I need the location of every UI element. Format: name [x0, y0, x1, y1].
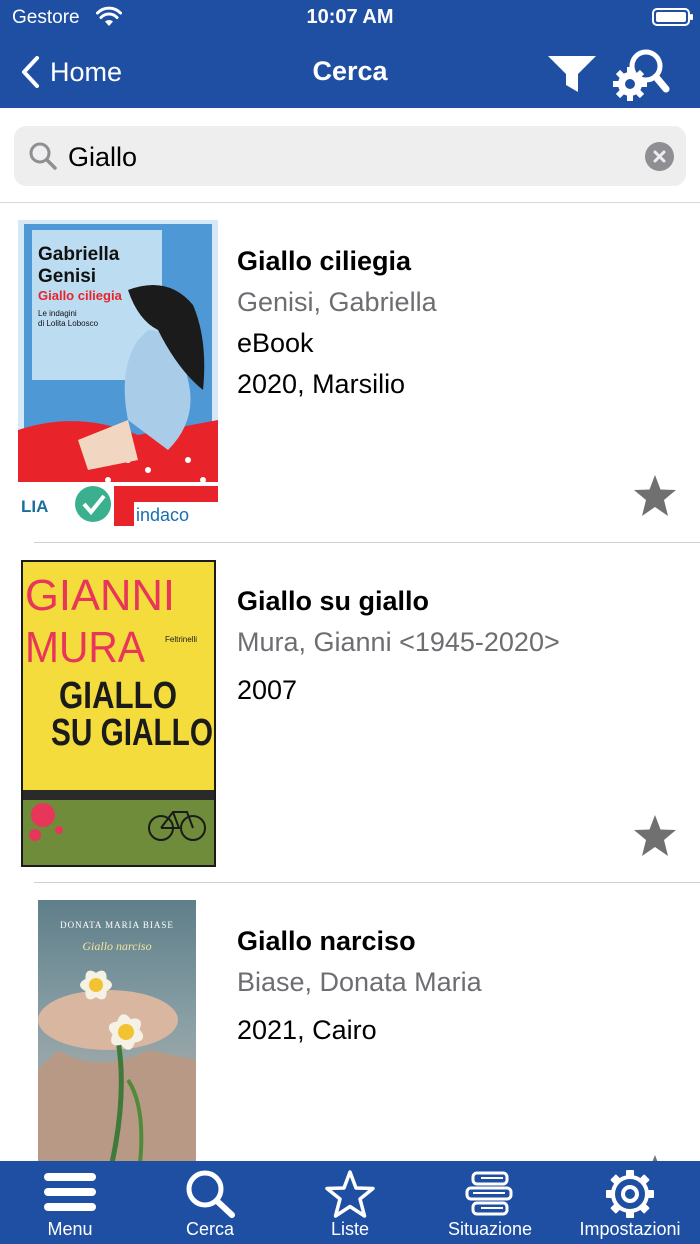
result-author: Genisi, Gabriella [237, 287, 437, 317]
result-row[interactable]: DONATA MARIA BIASE Giallo narciso Giallo… [0, 883, 700, 1161]
result-format: eBook [237, 328, 314, 358]
result-author: Biase, Donata Maria [237, 967, 482, 997]
cover-text: LIA [21, 497, 48, 516]
tab-bar: Menu Cerca Liste Situazione Impostazioni [0, 1161, 700, 1244]
advanced-search-icon[interactable] [610, 44, 670, 104]
search-input[interactable] [66, 132, 630, 182]
book-cover: Gabriella Genisi Giallo ciliegia Le inda… [18, 220, 218, 526]
favorite-star-icon[interactable] [632, 473, 678, 519]
result-publication: 2007 [237, 675, 298, 705]
cover-text: Giallo narciso [82, 939, 151, 953]
tab-label: Menu [47, 1219, 93, 1239]
result-title: Giallo su giallo [237, 586, 430, 616]
result-row[interactable]: Gabriella Genisi Giallo ciliegia Le inda… [0, 203, 700, 543]
tab-menu[interactable]: Menu [0, 1161, 140, 1244]
clear-search-icon[interactable] [645, 142, 674, 171]
result-title: Giallo narciso [237, 926, 416, 956]
filter-icon[interactable] [546, 50, 598, 96]
cover-text: GIALLO [59, 675, 177, 717]
tab-label: Impostazioni [579, 1219, 681, 1239]
clock: 10:07 AM [306, 6, 394, 28]
book-cover: GIANNI MURA GIALLO SU GIALLO Feltrinelli [21, 560, 216, 867]
search-icon [186, 1170, 235, 1218]
gear-icon [606, 1170, 654, 1218]
tab-impostazioni[interactable]: Impostazioni [560, 1161, 700, 1244]
result-row[interactable]: GIANNI MURA GIALLO SU GIALLO Feltrinelli… [0, 543, 700, 883]
result-author: Mura, Gianni <1945-2020> [237, 627, 560, 657]
back-label: Home [50, 56, 123, 87]
search-field[interactable] [14, 126, 686, 186]
search-area [0, 108, 700, 203]
back-button[interactable]: Home [20, 50, 122, 94]
tab-label: Liste [330, 1219, 370, 1239]
cover-text: di Lolita Lobosco [38, 319, 99, 328]
cover-text: Gabriella [38, 244, 120, 265]
cover-text: DONATA MARIA BIASE [60, 920, 174, 930]
star-icon [325, 1170, 375, 1218]
status-bar: Gestore 10:07 AM [0, 0, 700, 36]
menu-icon [44, 1173, 96, 1211]
cover-text: Feltrinelli [165, 635, 197, 644]
navigation-bar: Home Cerca [0, 36, 700, 108]
tab-label: Situazione [447, 1219, 533, 1239]
cover-text: Giallo ciliegia [38, 288, 123, 303]
favorite-star-icon[interactable] [632, 1153, 678, 1161]
battery-icon [652, 8, 693, 26]
cover-text: Le indagini [38, 309, 77, 318]
favorite-star-icon[interactable] [632, 813, 678, 859]
cover-text: GIANNI [25, 571, 175, 620]
cover-text: Genisi [38, 266, 96, 287]
book-cover: DONATA MARIA BIASE Giallo narciso [38, 900, 196, 1161]
chevron-left-icon [22, 56, 39, 88]
cover-text: MURA [25, 623, 146, 672]
magnifier-icon [29, 142, 57, 170]
books-icon [465, 1171, 513, 1216]
tab-situazione[interactable]: Situazione [420, 1161, 560, 1244]
tab-liste[interactable]: Liste [280, 1161, 420, 1244]
result-publication: 2020, Marsilio [237, 369, 406, 399]
result-publication: 2021, Cairo [237, 1015, 377, 1045]
cover-text: SU GIALLO [51, 712, 213, 754]
tab-cerca[interactable]: Cerca [140, 1161, 280, 1244]
cover-text: indaco [136, 505, 189, 525]
tab-label: Cerca [185, 1219, 234, 1239]
result-title: Giallo ciliegia [237, 246, 412, 276]
results-list: Gabriella Genisi Giallo ciliegia Le inda… [0, 203, 700, 1161]
